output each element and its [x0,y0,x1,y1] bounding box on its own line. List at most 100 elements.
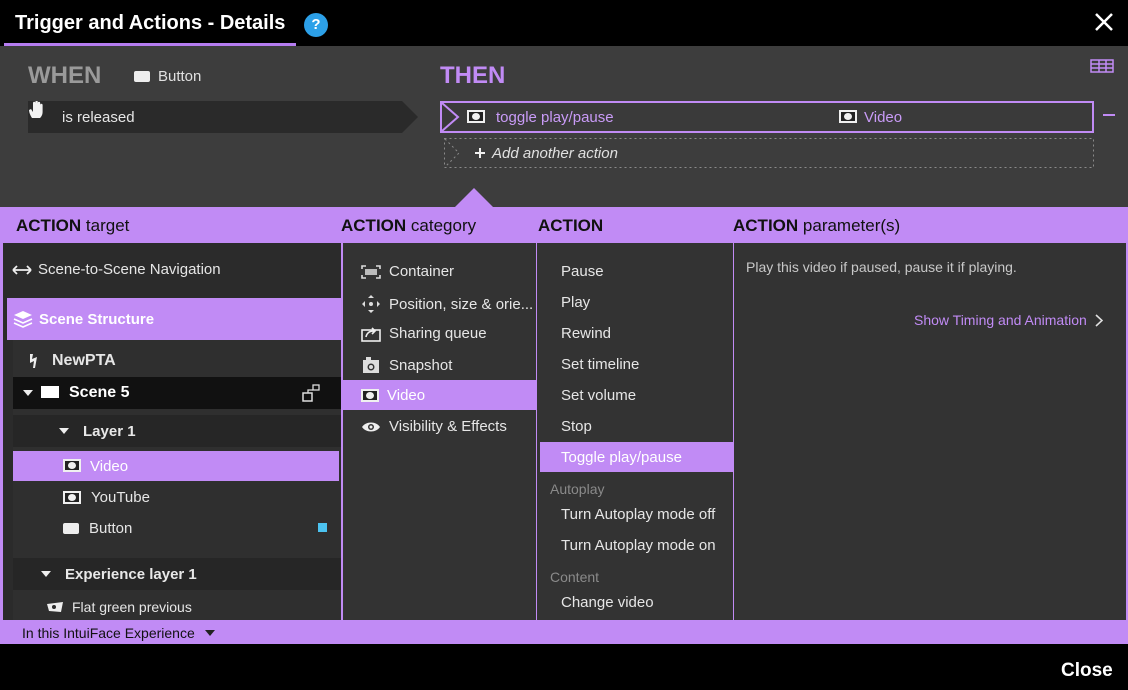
header-action-target: ACTION target [16,216,129,236]
action-group-content: Content [550,569,600,585]
video-icon [361,389,379,402]
target-item-flat-green[interactable]: Flat green previous [46,599,192,615]
chevron-right-icon [1095,313,1103,327]
action-list-panel: Pause Play Rewind Set timeline Set volum… [537,243,733,620]
scope-label: In this IntuiFace Experience [22,625,195,641]
close-button[interactable]: Close [1061,660,1113,682]
scene-icon [41,386,59,398]
action-set-volume[interactable]: Set volume [561,387,636,404]
scene-label: Scene 5 [69,384,130,401]
chevron-down-icon [204,630,215,636]
category-label: Snapshot [389,356,453,374]
header-rest: parameter(s) [802,216,901,235]
scene-navigation-item[interactable]: Scene-to-Scene Navigation [12,261,221,278]
target-item-video[interactable]: Video [13,451,339,481]
action-description: Play this video if paused, pause it if p… [746,259,1017,275]
category-label: Container [389,263,455,280]
expand-icon[interactable] [23,390,33,396]
table-view-icon[interactable] [1090,58,1114,74]
category-sharing-queue[interactable]: Sharing queue [361,325,487,342]
header-bold: ACTION [16,216,82,235]
action-rewind[interactable]: Rewind [561,325,611,342]
add-action-button[interactable]: Add another action [444,138,1094,168]
scene-navigation-label: Scene-to-Scene Navigation [38,261,221,278]
show-timing-label: Show Timing and Animation [914,312,1087,328]
button-icon [134,71,150,82]
scene-link-icon[interactable] [302,384,320,402]
experience-layer-label: Experience layer 1 [65,566,197,583]
add-action-label: Add another action [492,145,618,162]
trigger-source[interactable]: Button [134,68,201,85]
scope-dropdown[interactable]: In this IntuiFace Experience [22,625,215,641]
button-icon [63,523,79,534]
panel-border-left [0,243,3,620]
scope-bar: In this IntuiFace Experience [0,620,1128,644]
header-rest: target [85,216,130,235]
action-stop[interactable]: Stop [561,418,592,435]
category-video[interactable]: Video [361,387,425,404]
experience-layer-item[interactable]: Experience layer 1 [13,558,341,590]
action-toggle-play-pause[interactable]: Toggle play/pause [561,449,682,466]
target-item-label: YouTube [91,489,150,506]
video-icon [63,491,81,504]
target-item-button[interactable]: Button [63,520,132,537]
dialog-title: Trigger and Actions - Details [15,12,286,34]
layer-item[interactable]: Layer 1 [13,415,341,447]
video-icon [467,110,485,123]
camera-icon [363,357,379,373]
category-label: Position, size & orie... [389,295,534,313]
category-visibility[interactable]: Visibility & Effects [361,418,507,435]
header-rest: category [410,216,477,235]
action-entry[interactable]: toggle play/pause Video [440,101,1094,133]
header-action: ACTION [538,216,603,236]
target-item-youtube[interactable]: YouTube [63,489,150,506]
container-icon [361,264,381,279]
category-snapshot[interactable]: Snapshot [361,356,452,374]
eye-icon [362,422,380,431]
category-label: Sharing queue [389,325,487,342]
experience-icon [30,354,37,368]
help-icon[interactable]: ? [304,13,328,37]
action-autoplay-on[interactable]: Turn Autoplay mode on [561,537,716,554]
trigger-source-label: Button [158,68,202,85]
category-container[interactable]: Container [361,263,454,280]
remove-action-button[interactable] [1103,114,1115,116]
header-bold: ACTION [341,216,407,235]
expand-icon[interactable] [59,428,69,434]
video-icon [839,110,857,123]
close-icon[interactable] [1092,10,1116,34]
scene-structure-item[interactable]: Scene Structure [7,298,341,340]
action-change-video[interactable]: Change video [561,594,654,611]
selection-pointer [454,188,494,208]
experience-item[interactable]: NewPTA [28,352,116,370]
header-bold: ACTION [538,216,604,235]
target-item-label: Video [90,458,129,475]
scene-item[interactable]: Scene 5 [13,377,341,409]
show-timing-link[interactable]: Show Timing and Animation [914,312,1103,328]
layers-icon [13,311,33,328]
bidirectional-arrow-icon [12,264,32,275]
action-set-timeline[interactable]: Set timeline [561,356,639,373]
plus-icon [475,148,485,158]
asset-icon [47,602,63,612]
action-pause[interactable]: Pause [561,263,604,280]
action-target-panel: Scene-to-Scene Navigation Scene Structur… [0,243,341,620]
hand-icon [29,101,43,118]
layer-label: Layer 1 [83,423,136,440]
expand-icon[interactable] [41,571,51,577]
trigger-event[interactable]: is released [28,101,420,133]
action-play[interactable]: Play [561,294,590,311]
dialog-footer: Close [0,644,1128,690]
action-parameters-panel: Play this video if paused, pause it if p… [734,243,1126,620]
action-autoplay-off[interactable]: Turn Autoplay mode off [561,506,715,523]
experience-label: NewPTA [52,352,116,369]
action-target: Video [864,109,903,126]
trigger-action-summary: WHEN Button is released THEN toggle play… [0,46,1128,208]
action-category-panel: Container Position, size & orie... Shari… [343,243,536,620]
title-bar: Trigger and Actions - Details ? [0,0,1128,46]
move-icon [362,295,380,313]
header-action-category: ACTION category [341,216,476,236]
target-item-label: Flat green previous [72,599,192,615]
category-position[interactable]: Position, size & orie... [361,294,533,314]
action-name: toggle play/pause [496,109,614,126]
